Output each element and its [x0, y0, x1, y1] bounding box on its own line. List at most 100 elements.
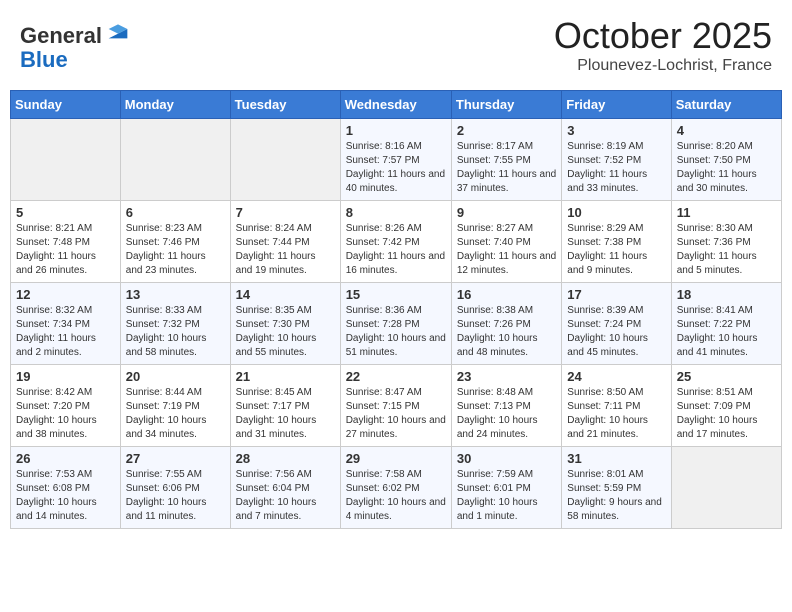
calendar-cell — [230, 119, 340, 201]
calendar-cell: 18 Sunrise: 8:41 AM Sunset: 7:22 PM Dayli… — [671, 283, 781, 365]
day-info: Sunrise: 7:55 AM Sunset: 6:06 PM Dayligh… — [126, 468, 225, 524]
day-number: 31 — [567, 451, 665, 466]
weekday-header: Thursday — [451, 91, 561, 119]
day-info: Sunrise: 8:19 AM Sunset: 7:52 PM Dayligh… — [567, 140, 665, 196]
calendar-cell — [671, 447, 781, 529]
calendar-cell: 9 Sunrise: 8:27 AM Sunset: 7:40 PM Daylig… — [451, 201, 561, 283]
calendar-cell: 24 Sunrise: 8:50 AM Sunset: 7:11 PM Dayli… — [562, 365, 671, 447]
day-number: 9 — [457, 205, 556, 220]
calendar-cell: 10Sunrise: 8:29 AM Sunset: 7:38 PM Dayli… — [562, 201, 671, 283]
day-info: Sunrise: 8:21 AM Sunset: 7:48 PM Dayligh… — [16, 222, 115, 278]
logo: General Blue — [20, 15, 132, 72]
day-info: Sunrise: 8:39 AM Sunset: 7:24 PM Dayligh… — [567, 304, 665, 360]
calendar-cell: 19 Sunrise: 8:42 AM Sunset: 7:20 PM Dayli… — [11, 365, 121, 447]
day-info: Sunrise: 8:26 AM Sunset: 7:42 PM Dayligh… — [346, 222, 446, 278]
day-number: 25 — [677, 369, 776, 384]
day-number: 12 — [16, 287, 115, 302]
day-number: 20 — [126, 369, 225, 384]
day-info: Sunrise: 8:01 AM Sunset: 5:59 PM Dayligh… — [567, 468, 665, 524]
calendar-cell: 15 Sunrise: 8:36 AM Sunset: 7:28 PM Dayli… — [340, 283, 451, 365]
day-info: Sunrise: 8:48 AM Sunset: 7:13 PM Dayligh… — [457, 386, 556, 442]
day-number: 21 — [236, 369, 335, 384]
day-info: Sunrise: 8:38 AM Sunset: 7:26 PM Dayligh… — [457, 304, 556, 360]
logo-blue: Blue — [20, 47, 68, 72]
day-number: 1 — [346, 123, 446, 138]
day-number: 17 — [567, 287, 665, 302]
day-info: Sunrise: 8:41 AM Sunset: 7:22 PM Dayligh… — [677, 304, 776, 360]
calendar-week-row: 5Sunrise: 8:21 AM Sunset: 7:48 PM Daylig… — [11, 201, 782, 283]
calendar-week-row: 26Sunrise: 7:53 AM Sunset: 6:08 PM Dayli… — [11, 447, 782, 529]
weekday-header: Saturday — [671, 91, 781, 119]
calendar-week-row: 19 Sunrise: 8:42 AM Sunset: 7:20 PM Dayli… — [11, 365, 782, 447]
day-info: Sunrise: 8:27 AM Sunset: 7:40 PM Dayligh… — [457, 222, 556, 278]
day-info: Sunrise: 7:59 AM Sunset: 6:01 PM Dayligh… — [457, 468, 556, 524]
day-number: 11 — [677, 205, 776, 220]
day-info: Sunrise: 7:53 AM Sunset: 6:08 PM Dayligh… — [16, 468, 115, 524]
title-section: October 2025 Plounevez-Lochrist, France — [554, 15, 772, 75]
calendar-cell: 7 Sunrise: 8:24 AM Sunset: 7:44 PM Daylig… — [230, 201, 340, 283]
day-number: 27 — [126, 451, 225, 466]
month-title: October 2025 — [554, 15, 772, 57]
calendar-cell: 27 Sunrise: 7:55 AM Sunset: 6:06 PM Dayli… — [120, 447, 230, 529]
calendar-cell: 22 Sunrise: 8:47 AM Sunset: 7:15 PM Dayli… — [340, 365, 451, 447]
day-info: Sunrise: 8:42 AM Sunset: 7:20 PM Dayligh… — [16, 386, 115, 442]
day-info: Sunrise: 8:47 AM Sunset: 7:15 PM Dayligh… — [346, 386, 446, 442]
day-info: Sunrise: 8:35 AM Sunset: 7:30 PM Dayligh… — [236, 304, 335, 360]
day-info: Sunrise: 8:36 AM Sunset: 7:28 PM Dayligh… — [346, 304, 446, 360]
calendar-cell: 30 Sunrise: 7:59 AM Sunset: 6:01 PM Dayli… — [451, 447, 561, 529]
day-info: Sunrise: 8:45 AM Sunset: 7:17 PM Dayligh… — [236, 386, 335, 442]
logo-icon — [104, 15, 132, 43]
calendar-cell: 4Sunrise: 8:20 AM Sunset: 7:50 PM Daylig… — [671, 119, 781, 201]
day-info: Sunrise: 8:30 AM Sunset: 7:36 PM Dayligh… — [677, 222, 776, 278]
day-info: Sunrise: 8:33 AM Sunset: 7:32 PM Dayligh… — [126, 304, 225, 360]
calendar-cell: 11 Sunrise: 8:30 AM Sunset: 7:36 PM Dayli… — [671, 201, 781, 283]
calendar-table: SundayMondayTuesdayWednesdayThursdayFrid… — [10, 90, 782, 529]
day-number: 30 — [457, 451, 556, 466]
day-info: Sunrise: 8:23 AM Sunset: 7:46 PM Dayligh… — [126, 222, 225, 278]
day-number: 3 — [567, 123, 665, 138]
calendar-cell: 8Sunrise: 8:26 AM Sunset: 7:42 PM Daylig… — [340, 201, 451, 283]
calendar-cell: 5Sunrise: 8:21 AM Sunset: 7:48 PM Daylig… — [11, 201, 121, 283]
day-number: 29 — [346, 451, 446, 466]
calendar-cell: 20 Sunrise: 8:44 AM Sunset: 7:19 PM Dayli… — [120, 365, 230, 447]
calendar-week-row: 1Sunrise: 8:16 AM Sunset: 7:57 PM Daylig… — [11, 119, 782, 201]
calendar-cell: 29 Sunrise: 7:58 AM Sunset: 6:02 PM Dayli… — [340, 447, 451, 529]
logo-general: General — [20, 23, 102, 48]
day-number: 24 — [567, 369, 665, 384]
day-info: Sunrise: 8:44 AM Sunset: 7:19 PM Dayligh… — [126, 386, 225, 442]
calendar-cell: 13Sunrise: 8:33 AM Sunset: 7:32 PM Dayli… — [120, 283, 230, 365]
calendar-cell: 1Sunrise: 8:16 AM Sunset: 7:57 PM Daylig… — [340, 119, 451, 201]
day-number: 18 — [677, 287, 776, 302]
weekday-header: Wednesday — [340, 91, 451, 119]
calendar-cell: 25Sunrise: 8:51 AM Sunset: 7:09 PM Dayli… — [671, 365, 781, 447]
day-number: 2 — [457, 123, 556, 138]
day-number: 7 — [236, 205, 335, 220]
calendar-cell: 26Sunrise: 7:53 AM Sunset: 6:08 PM Dayli… — [11, 447, 121, 529]
calendar-cell: 6 Sunrise: 8:23 AM Sunset: 7:46 PM Daylig… — [120, 201, 230, 283]
day-info: Sunrise: 7:56 AM Sunset: 6:04 PM Dayligh… — [236, 468, 335, 524]
calendar-cell — [11, 119, 121, 201]
calendar-cell: 23 Sunrise: 8:48 AM Sunset: 7:13 PM Dayli… — [451, 365, 561, 447]
weekday-header: Tuesday — [230, 91, 340, 119]
day-info: Sunrise: 8:50 AM Sunset: 7:11 PM Dayligh… — [567, 386, 665, 442]
day-info: Sunrise: 8:24 AM Sunset: 7:44 PM Dayligh… — [236, 222, 335, 278]
calendar-cell: 14Sunrise: 8:35 AM Sunset: 7:30 PM Dayli… — [230, 283, 340, 365]
calendar-cell: 16Sunrise: 8:38 AM Sunset: 7:26 PM Dayli… — [451, 283, 561, 365]
calendar-cell: 31 Sunrise: 8:01 AM Sunset: 5:59 PM Dayli… — [562, 447, 671, 529]
location: Plounevez-Lochrist, France — [554, 57, 772, 75]
day-number: 22 — [346, 369, 446, 384]
calendar-week-row: 12Sunrise: 8:32 AM Sunset: 7:34 PM Dayli… — [11, 283, 782, 365]
day-number: 6 — [126, 205, 225, 220]
day-number: 19 — [16, 369, 115, 384]
calendar-cell — [120, 119, 230, 201]
day-info: Sunrise: 7:58 AM Sunset: 6:02 PM Dayligh… — [346, 468, 446, 524]
weekday-header: Friday — [562, 91, 671, 119]
page-header: General Blue October 2025 Plounevez-Loch… — [10, 10, 782, 80]
calendar-cell: 17 Sunrise: 8:39 AM Sunset: 7:24 PM Dayli… — [562, 283, 671, 365]
day-number: 15 — [346, 287, 446, 302]
calendar-cell: 12Sunrise: 8:32 AM Sunset: 7:34 PM Dayli… — [11, 283, 121, 365]
calendar-cell: 3 Sunrise: 8:19 AM Sunset: 7:52 PM Daylig… — [562, 119, 671, 201]
weekday-header: Sunday — [11, 91, 121, 119]
day-number: 23 — [457, 369, 556, 384]
calendar-header-row: SundayMondayTuesdayWednesdayThursdayFrid… — [11, 91, 782, 119]
